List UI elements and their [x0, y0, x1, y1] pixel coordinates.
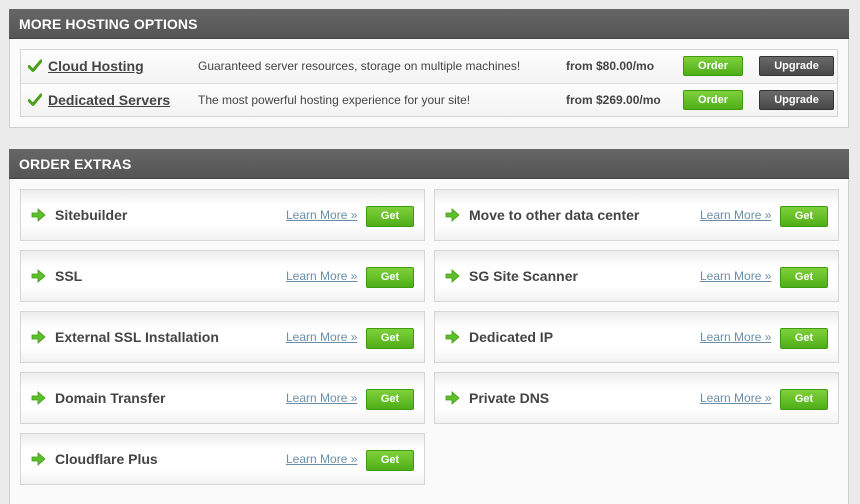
- hosting-options-body: Cloud Hosting Guaranteed server resource…: [9, 39, 849, 128]
- get-button[interactable]: Get: [366, 328, 414, 349]
- extra-item-label: External SSL Installation: [55, 329, 219, 345]
- arrow-right-icon: [31, 330, 46, 344]
- upgrade-button[interactable]: Upgrade: [759, 56, 834, 76]
- get-button[interactable]: Get: [780, 206, 828, 227]
- hosting-options-section: MORE HOSTING OPTIONS Cloud Hosting Guara…: [9, 9, 849, 128]
- extra-item-dedicated-ip: Dedicated IP Learn More » Get: [434, 311, 839, 363]
- learn-more-link[interactable]: Learn More »: [700, 330, 771, 344]
- extra-item-label: SG Site Scanner: [469, 268, 578, 284]
- checkmark-icon: [28, 59, 42, 72]
- get-button[interactable]: Get: [780, 328, 828, 349]
- extra-item-domain-transfer: Domain Transfer Learn More » Get: [20, 372, 425, 424]
- arrow-right-icon: [31, 452, 46, 466]
- hosting-options-header: MORE HOSTING OPTIONS: [9, 9, 849, 39]
- checkmark-icon: [28, 93, 42, 106]
- hosting-row-cloud: Cloud Hosting Guaranteed server resource…: [21, 50, 837, 83]
- learn-more-link[interactable]: Learn More »: [286, 208, 357, 222]
- extra-item-label: Cloudflare Plus: [55, 451, 158, 467]
- extra-item-label: Domain Transfer: [55, 390, 166, 406]
- extra-item-site-scanner: SG Site Scanner Learn More » Get: [434, 250, 839, 302]
- get-button[interactable]: Get: [366, 267, 414, 288]
- learn-more-link[interactable]: Learn More »: [700, 208, 771, 222]
- hosting-description: The most powerful hosting experience for…: [198, 93, 471, 107]
- upgrade-button[interactable]: Upgrade: [759, 90, 834, 110]
- learn-more-link[interactable]: Learn More »: [286, 269, 357, 283]
- get-button[interactable]: Get: [366, 206, 414, 227]
- extra-item-ssl: SSL Learn More » Get: [20, 250, 425, 302]
- extra-item-label: Dedicated IP: [469, 329, 554, 345]
- get-button[interactable]: Get: [366, 450, 414, 471]
- hosting-name-link[interactable]: Dedicated Servers: [48, 92, 170, 108]
- order-button[interactable]: Order: [683, 56, 743, 76]
- extra-item-external-ssl: External SSL Installation Learn More » G…: [20, 311, 425, 363]
- get-button[interactable]: Get: [366, 389, 414, 410]
- arrow-right-icon: [445, 391, 460, 405]
- extra-item-private-dns: Private DNS Learn More » Get: [434, 372, 839, 424]
- learn-more-link[interactable]: Learn More »: [700, 269, 771, 283]
- get-button[interactable]: Get: [780, 389, 828, 410]
- extra-item-label: Move to other data center: [469, 207, 640, 223]
- order-extras-header: ORDER EXTRAS: [9, 149, 849, 179]
- extra-item-move-datacenter: Move to other data center Learn More » G…: [434, 189, 839, 241]
- hosting-row-dedicated: Dedicated Servers The most powerful host…: [21, 83, 837, 116]
- learn-more-link[interactable]: Learn More »: [286, 330, 357, 344]
- arrow-right-icon: [445, 269, 460, 283]
- hosting-price: from $80.00/mo: [566, 59, 655, 73]
- order-extras-body: Sitebuilder Learn More » Get Move to oth…: [9, 179, 849, 504]
- hosting-price: from $269.00/mo: [566, 93, 661, 107]
- learn-more-link[interactable]: Learn More »: [286, 452, 357, 466]
- learn-more-link[interactable]: Learn More »: [286, 391, 357, 405]
- arrow-right-icon: [31, 391, 46, 405]
- hosting-description: Guaranteed server resources, storage on …: [198, 59, 521, 73]
- extra-item-sitebuilder: Sitebuilder Learn More » Get: [20, 189, 425, 241]
- hosting-name-link[interactable]: Cloud Hosting: [48, 58, 144, 74]
- hosting-options-table: Cloud Hosting Guaranteed server resource…: [20, 49, 838, 117]
- order-button[interactable]: Order: [683, 90, 743, 110]
- arrow-right-icon: [445, 208, 460, 222]
- extra-item-label: Sitebuilder: [55, 207, 128, 223]
- arrow-right-icon: [445, 330, 460, 344]
- extra-item-label: Private DNS: [469, 390, 550, 406]
- extra-item-label: SSL: [55, 268, 83, 284]
- order-extras-section: ORDER EXTRAS Sitebuilder Learn More » Ge…: [9, 149, 849, 504]
- arrow-right-icon: [31, 269, 46, 283]
- extra-item-cloudflare-plus: Cloudflare Plus Learn More » Get: [20, 433, 425, 485]
- learn-more-link[interactable]: Learn More »: [700, 391, 771, 405]
- get-button[interactable]: Get: [780, 267, 828, 288]
- arrow-right-icon: [31, 208, 46, 222]
